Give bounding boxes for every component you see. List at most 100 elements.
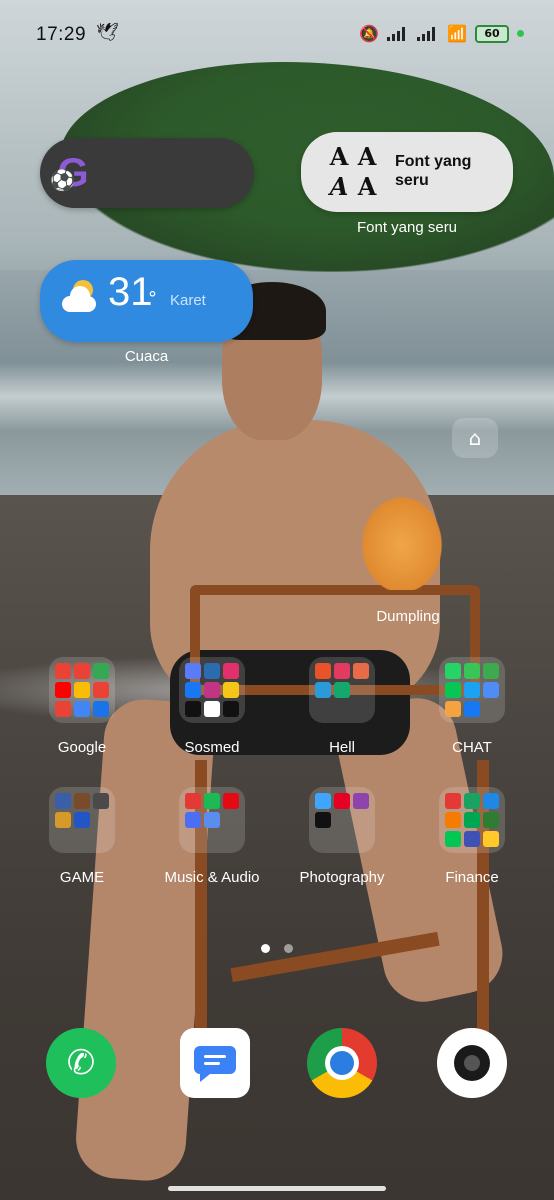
folder-game[interactable] <box>49 787 115 853</box>
folder-app-icon <box>483 701 499 717</box>
folder-label: GAME <box>59 869 105 886</box>
folder-app-icon <box>464 682 480 698</box>
folder-photography[interactable] <box>309 787 375 853</box>
degree-symbol: ° <box>148 288 157 309</box>
folder-music-audio[interactable] <box>179 787 245 853</box>
folder-app-icon <box>334 831 350 847</box>
folder-app-icon <box>445 812 461 828</box>
folder-app-icon <box>93 831 109 847</box>
folder-app-icon <box>334 793 350 809</box>
folder-app-icon <box>204 831 220 847</box>
font-widget[interactable]: A A A A Font yang seru <box>301 132 513 212</box>
folder-app-icon <box>315 701 331 717</box>
weather-widget[interactable]: 31 ° Karet <box>40 260 253 342</box>
chrome-app[interactable] <box>307 1028 377 1098</box>
folder-app-icon <box>483 831 499 847</box>
dumpling-pet-widget[interactable] <box>356 490 448 590</box>
folder-app-icon <box>204 701 220 717</box>
dumpling-widget-caption: Dumpling <box>376 608 440 625</box>
folder-app-icon <box>55 682 71 698</box>
folder-app-icon <box>223 812 239 828</box>
signal-icon <box>387 26 409 41</box>
font-glyphs-icon: A A A A <box>329 142 377 201</box>
folder-app-icon <box>223 663 239 679</box>
folder-label: CHAT <box>452 739 492 756</box>
folder-app-icon <box>93 701 109 717</box>
cloud-icon <box>62 286 96 312</box>
folder-app-icon <box>334 663 350 679</box>
folder-app-icon <box>223 701 239 717</box>
folder-app-icon <box>204 793 220 809</box>
home-icon: ⌂ <box>468 426 482 450</box>
folder-app-icon <box>315 682 331 698</box>
folder-app-icon <box>353 701 369 717</box>
page-dot-active[interactable] <box>261 944 270 953</box>
folder-app-icon <box>334 682 350 698</box>
folder-app-icon <box>483 793 499 809</box>
folder-app-icon <box>353 812 369 828</box>
home-widget-button[interactable]: ⌂ <box>452 418 498 458</box>
wifi-icon: 📶 <box>447 24 467 43</box>
folder-app-icon <box>315 812 331 828</box>
folder-app-icon <box>464 831 480 847</box>
folder-app-icon <box>55 831 71 847</box>
folder-app-icon <box>185 831 201 847</box>
folder-app-icon <box>93 812 109 828</box>
folder-google[interactable] <box>49 657 115 723</box>
phone-app[interactable]: ✆ <box>46 1028 116 1098</box>
battery-icon: 60 <box>475 24 509 43</box>
folder-app-icon <box>315 831 331 847</box>
folder-app-icon <box>353 682 369 698</box>
phone-icon: ✆ <box>66 1043 96 1083</box>
folder-app-icon <box>74 701 90 717</box>
folder-app-icon <box>483 663 499 679</box>
gesture-nav-bar[interactable] <box>168 1186 386 1191</box>
folder-app-icon <box>464 812 480 828</box>
camera-app[interactable] <box>437 1028 507 1098</box>
folder-app-icon <box>55 812 71 828</box>
folder-app-icon <box>445 663 461 679</box>
folder-sosmed[interactable] <box>179 657 245 723</box>
folder-app-icon <box>223 682 239 698</box>
folder-finance[interactable] <box>439 787 505 853</box>
folder-app-icon <box>464 663 480 679</box>
folder-app-icon <box>334 812 350 828</box>
charging-icon <box>517 30 524 37</box>
font-widget-caption: Font yang seru <box>356 219 458 236</box>
folder-app-icon <box>315 793 331 809</box>
signal-icon <box>417 26 439 41</box>
chrome-icon <box>330 1051 354 1075</box>
folder-app-icon <box>464 701 480 717</box>
folder-app-icon <box>353 831 369 847</box>
folder-app-icon <box>74 812 90 828</box>
folder-label: Music & Audio <box>164 869 260 886</box>
weather-location: Karet <box>170 292 206 309</box>
folder-app-icon <box>445 682 461 698</box>
folder-app-icon <box>334 701 350 717</box>
folder-app-icon <box>74 663 90 679</box>
folder-app-icon <box>185 682 201 698</box>
page-dot[interactable] <box>284 944 293 953</box>
folder-app-icon <box>353 793 369 809</box>
chat-bubble-icon <box>194 1046 236 1082</box>
folder-app-icon <box>74 831 90 847</box>
folder-hell[interactable] <box>309 657 375 723</box>
clock: 17:29 <box>36 24 87 45</box>
folder-app-icon <box>204 812 220 828</box>
folder-app-icon <box>93 793 109 809</box>
folder-chat[interactable] <box>439 657 505 723</box>
folder-app-icon <box>204 663 220 679</box>
folder-app-icon <box>223 831 239 847</box>
folder-app-icon <box>185 701 201 717</box>
messages-app[interactable] <box>180 1028 250 1098</box>
folder-label: Hell <box>329 739 355 756</box>
game-widget[interactable]: G ⚽ <box>40 138 254 208</box>
folder-app-icon <box>445 701 461 717</box>
folder-app-icon <box>204 682 220 698</box>
folder-app-icon <box>93 663 109 679</box>
folder-app-icon <box>55 701 71 717</box>
weather-widget-caption: Cuaca <box>124 348 169 365</box>
folder-app-icon <box>483 812 499 828</box>
folder-app-icon <box>74 793 90 809</box>
folder-label: Finance <box>445 869 499 886</box>
